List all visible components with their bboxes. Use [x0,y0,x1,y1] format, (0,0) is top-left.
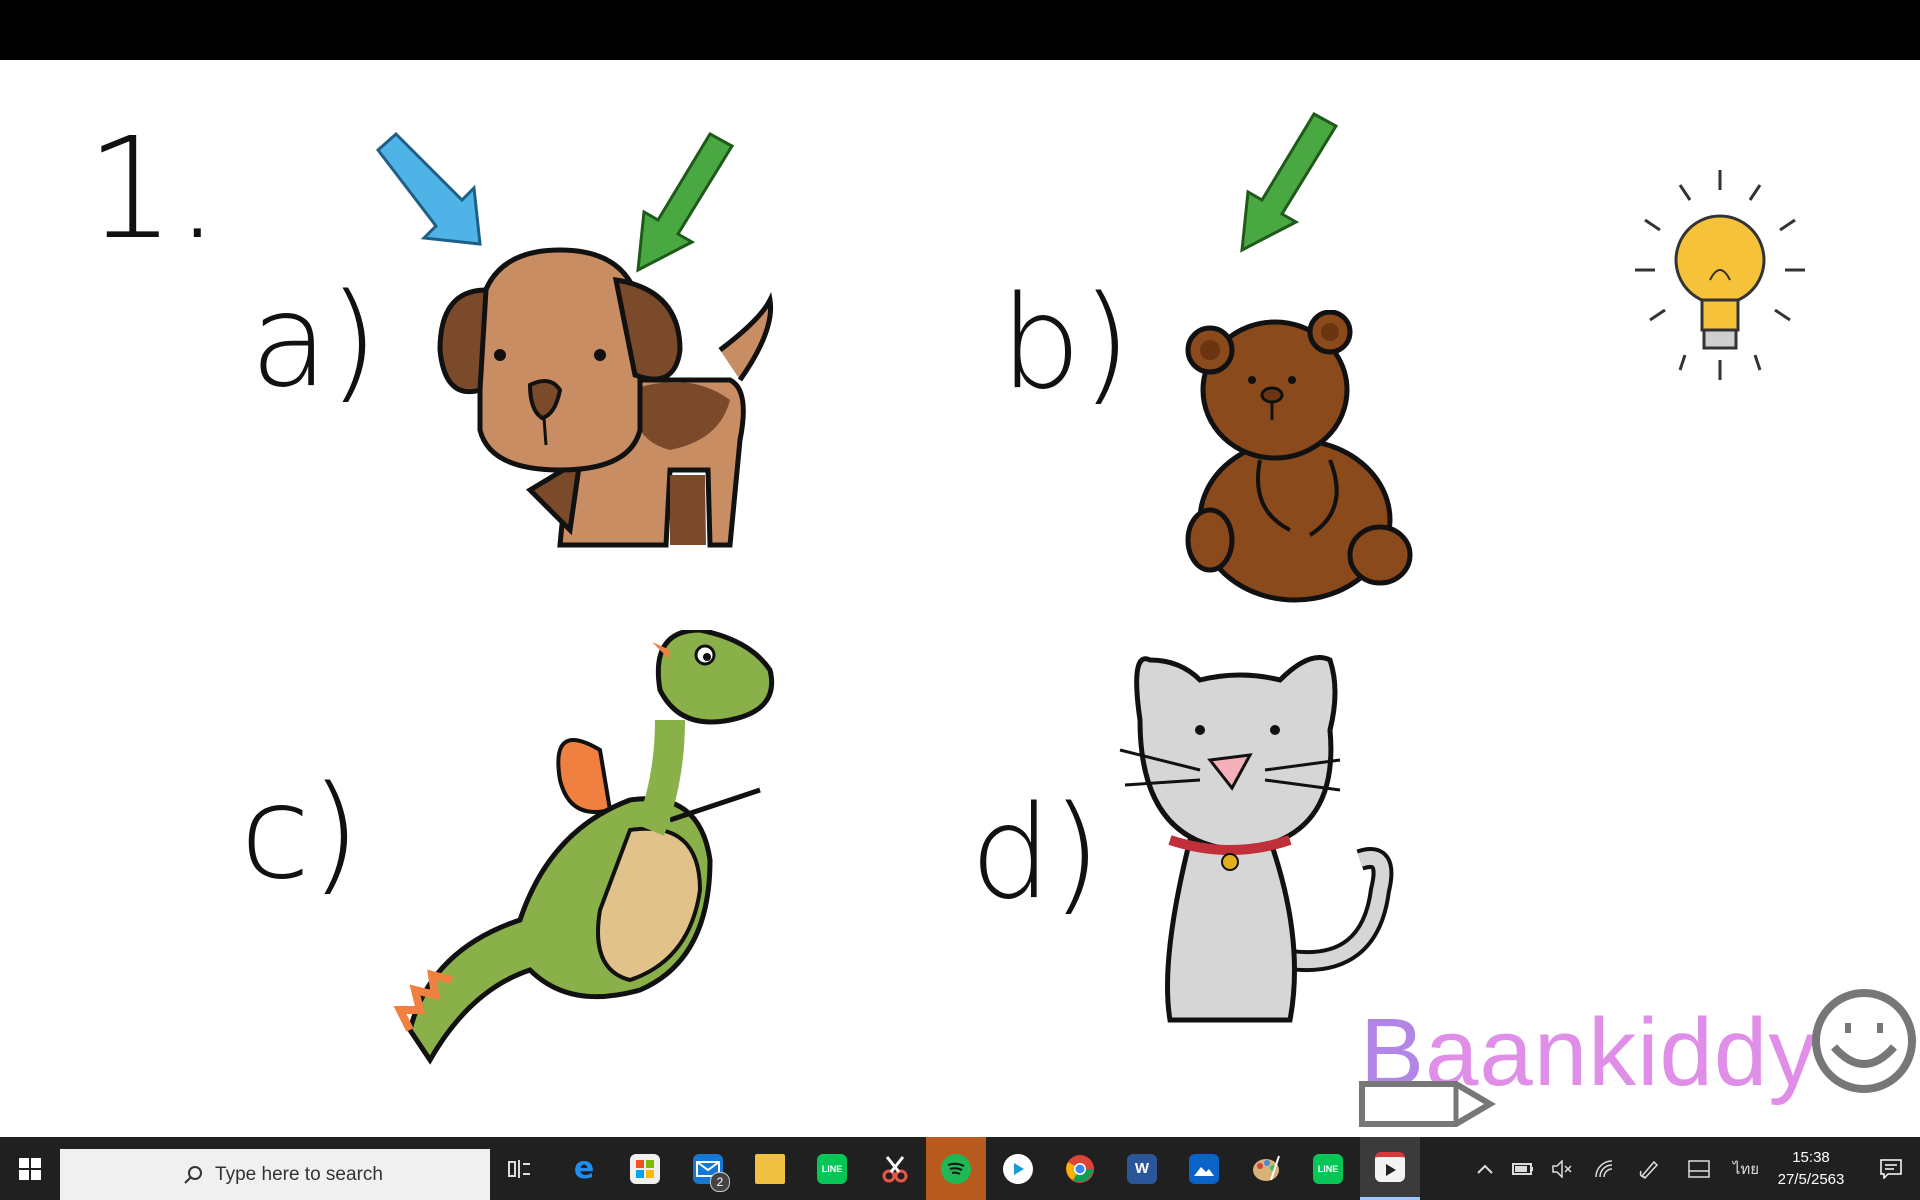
search-icon [184,1165,203,1184]
taskbar-app-snip[interactable] [864,1137,924,1200]
taskbar: Type here to search e 2 LINE W LINE ไทย … [0,1137,1920,1200]
keyboard-button[interactable] [1684,1137,1714,1200]
taskbar-app-video-player[interactable] [988,1137,1048,1200]
line-icon: LINE [817,1153,847,1184]
search-box[interactable]: Type here to search [60,1149,490,1200]
show-hidden-icons-button[interactable] [1470,1137,1500,1200]
taskbar-app-line[interactable]: LINE [1298,1137,1358,1200]
action-center-button[interactable] [1862,1137,1920,1200]
window-top-bar [0,0,1920,60]
volume-muted-icon [1552,1159,1572,1178]
spotify-icon [941,1153,971,1184]
taskbar-app-task-view[interactable] [490,1137,550,1200]
taskbar-app-video-editor[interactable] [1360,1137,1420,1200]
photos-icon [1189,1153,1219,1184]
store-icon [630,1153,660,1184]
chrome-icon [1066,1154,1094,1183]
task-view-icon [508,1159,530,1178]
blue-arrow-icon [375,131,482,246]
pen-icon [1639,1160,1659,1179]
question-number: 1. [86,108,220,271]
input-language-button[interactable]: ไทย [1728,1137,1764,1200]
clock-date: 27/5/2563 [1777,1171,1845,1188]
start-button[interactable] [0,1137,60,1200]
option-b-label: b) [1000,269,1132,418]
folder-icon [755,1153,785,1184]
taskbar-app-edge[interactable]: e [554,1137,614,1200]
search-placeholder: Type here to search [215,1163,383,1185]
slide-canvas: 1. a) b) c) d) Baankiddy [0,60,1920,1137]
pen-button[interactable] [1634,1137,1664,1200]
battery-icon [1512,1162,1533,1175]
snip-icon [882,1155,908,1182]
chevron-up-icon [1477,1164,1493,1174]
option-d-label: d) [970,779,1102,928]
taskbar-app-file-explorer[interactable] [740,1137,800,1200]
bear-illustration [1185,310,1413,603]
mail-badge: 2 [710,1172,730,1192]
taskbar-app-store[interactable] [615,1137,675,1200]
taskbar-app-mail[interactable]: 2 [678,1137,738,1200]
option-c-label: c) [240,759,361,908]
lightbulb-icon [1635,170,1805,380]
cat-illustration [1119,655,1394,1023]
line-icon: LINE [1313,1153,1343,1184]
windows-logo-icon [19,1157,41,1180]
dragon-illustration [393,630,775,1065]
touch-keyboard-icon [1688,1159,1710,1178]
taskbar-app-word[interactable]: W [1112,1137,1172,1200]
taskbar-app-spotify[interactable] [926,1137,986,1200]
clock-time: 15:38 [1792,1149,1830,1166]
clock[interactable]: 15:38 27/5/2563 [1760,1147,1862,1191]
taskbar-app-paint[interactable] [1236,1137,1296,1200]
edge-icon: e [573,1151,595,1186]
taskbar-app-chrome[interactable] [1050,1137,1110,1200]
green-arrow-icon [1240,111,1339,253]
paint-icon [1253,1155,1280,1181]
wifi-button[interactable] [1590,1137,1620,1200]
wifi-icon [1595,1159,1613,1177]
dog-illustration [437,247,774,548]
pencil-icon [1359,1081,1496,1127]
taskbar-app-line[interactable]: LINE [802,1137,862,1200]
option-a-label: a) [250,267,379,416]
volume-button[interactable] [1548,1137,1578,1200]
battery-button[interactable] [1508,1137,1538,1200]
taskbar-app-photos[interactable] [1174,1137,1234,1200]
video-editor-icon [1375,1152,1405,1182]
smiley-icon [1812,989,1916,1093]
play-circle-icon [1003,1153,1033,1184]
notification-icon [1880,1158,1902,1179]
word-icon: W [1127,1153,1157,1184]
